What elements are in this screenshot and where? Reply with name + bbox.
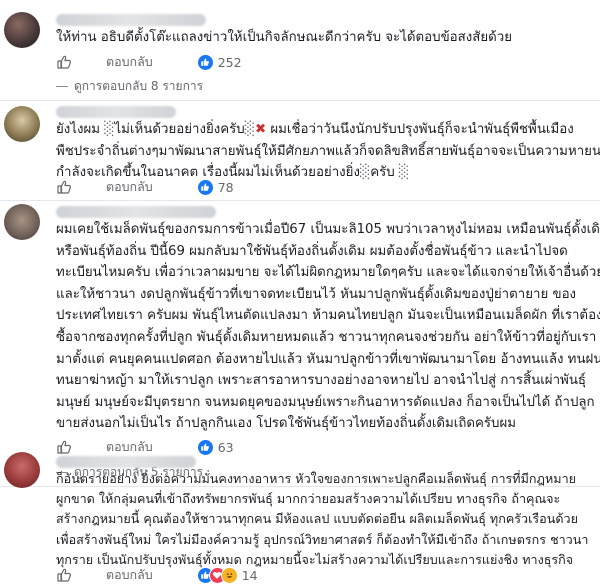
comment-line: ให้ท่าน อธิบดีตั้งโต๊ะแถลงข่าวให้เป็นกิจ… <box>56 30 513 45</box>
comment-actions: ตอบกลับ 78 <box>56 178 234 196</box>
like-reaction-icon <box>196 53 214 71</box>
reply-button[interactable]: ตอบกลับ <box>106 177 153 197</box>
reaction-count: 14 <box>241 567 258 583</box>
reaction-summary[interactable]: 252 <box>196 53 242 71</box>
haha-reaction-icon <box>220 566 238 584</box>
comment-line: เพื่อสร้างพันธุ์ใหม่ ใครไม่มีองค์ความรู้… <box>56 531 589 547</box>
comment-line: หรือพันธุ์ท้องถิ่น ปีนี้69 ผมกลับมาใช้พั… <box>56 243 568 259</box>
comment-actions: ตอบกลับ 14 <box>56 566 258 584</box>
comment-divider <box>0 100 600 101</box>
comment-text: ผมเคยใช้เมล็ดพันธุ์ของกรมการข้าวเมื่อปี6… <box>56 219 600 435</box>
avatar[interactable] <box>4 452 40 488</box>
comment-line: มนุษย์ มนุษย์จะมีบุตรยาก จนหมดยุคของมนุษ… <box>56 394 595 410</box>
username-blurred[interactable] <box>56 106 176 118</box>
comment-actions: ตอบกลับ 252 <box>56 53 242 71</box>
thumbs-up-icon[interactable] <box>56 439 72 455</box>
like-reaction-icon <box>196 178 214 196</box>
reaction-count: 78 <box>217 179 234 195</box>
reaction-summary[interactable]: 14 <box>196 566 258 584</box>
thumbs-up-icon[interactable] <box>56 54 72 70</box>
see-replies-label[interactable]: ดูการตอบกลับ 8 รายการ <box>74 77 203 96</box>
reaction-count: 63 <box>217 439 234 455</box>
comment-line: และให้ชาวนา งดปลูกพันธุ์ข้าวที่เขาจดทะเบ… <box>56 286 577 302</box>
avatar[interactable] <box>4 204 40 240</box>
comment-line: ทนยาฆ่าหญ้า มาให้เราปลูก เพราะสารอาหารบา… <box>56 373 587 389</box>
avatar[interactable] <box>4 106 40 142</box>
reply-thread-line <box>56 85 68 87</box>
like-reaction-icon <box>196 438 214 456</box>
comment-line: ขายส่งนอกไม่เป็นไร ถ้าปลูกกินเอง โปรดใช้… <box>56 416 517 432</box>
username-blurred[interactable] <box>56 14 206 26</box>
comment-line: มาตั้งแต่ คนยุคคนแปดศอก ต้องหายไปแล้ว หั… <box>56 351 600 367</box>
cross-mark-icon: ✖ <box>254 122 267 137</box>
reply-button[interactable]: ตอบกลับ <box>106 437 153 457</box>
comment-text: ยังไงผม ░ไม่เห็นด้วยอย่างยิ่งครับ░✖ ผมเช… <box>56 119 600 184</box>
username-blurred[interactable] <box>56 206 216 218</box>
comment-line: พืชประจำถิ่นต่างๆมาพัฒนาสายพันธุ์ให้มีศั… <box>56 143 600 159</box>
comment-line: ทะเบียนไหมครับ เพื่อว่าเวลาผมขาย จะได้ไม… <box>56 265 600 281</box>
see-replies-link[interactable]: ดูการตอบกลับ 8 รายการ <box>56 78 203 94</box>
comment-line: ก็อันตรายอย่าง ยิ่งต่อความมั่นคงทางอาหาร… <box>56 471 577 486</box>
reaction-summary[interactable]: 63 <box>196 438 234 456</box>
reply-button[interactable]: ตอบกลับ <box>106 52 153 72</box>
comment-line: ผมเคยใช้เมล็ดพันธุ์ของกรมการข้าวเมื่อปี6… <box>56 222 600 237</box>
comment-line: ผูกขาด ให้กลุ่มคนที่เข้าถึงทรัพยากรพันธุ… <box>56 491 561 507</box>
reaction-summary[interactable]: 78 <box>196 178 234 196</box>
comment-text: ให้ท่าน อธิบดีตั้งโต๊ะแถลงข่าวให้เป็นกิจ… <box>56 27 596 49</box>
username-blurred[interactable] <box>56 456 196 468</box>
comment-divider <box>0 200 600 201</box>
comment-line: ซื้อจากซองทุกครั้งที่ปลูก พันธุ์ดั้งเดิม… <box>56 329 597 345</box>
comment-line: สร้างกฎหมายนี้ คุณต้องให้ชาวนาทุกคน มีห้… <box>56 511 578 527</box>
comment-actions: ตอบกลับ 63 <box>56 438 234 456</box>
reply-button[interactable]: ตอบกลับ <box>106 565 153 585</box>
comment-line: ยังไงผม ░ไม่เห็นด้วยอย่างยิ่งครับ░✖ ผมเช… <box>56 122 574 137</box>
comment-text: ก็อันตรายอย่าง ยิ่งต่อความมั่นคงทางอาหาร… <box>56 469 596 570</box>
comment-line: ประเทศไทยเรา ครับผม พันธุ์ไหนตัดแปลงมา ห… <box>56 308 600 324</box>
thumbs-up-icon[interactable] <box>56 179 72 195</box>
thumbs-up-icon[interactable] <box>56 567 72 583</box>
reaction-count: 252 <box>217 54 242 70</box>
avatar[interactable] <box>4 12 40 48</box>
